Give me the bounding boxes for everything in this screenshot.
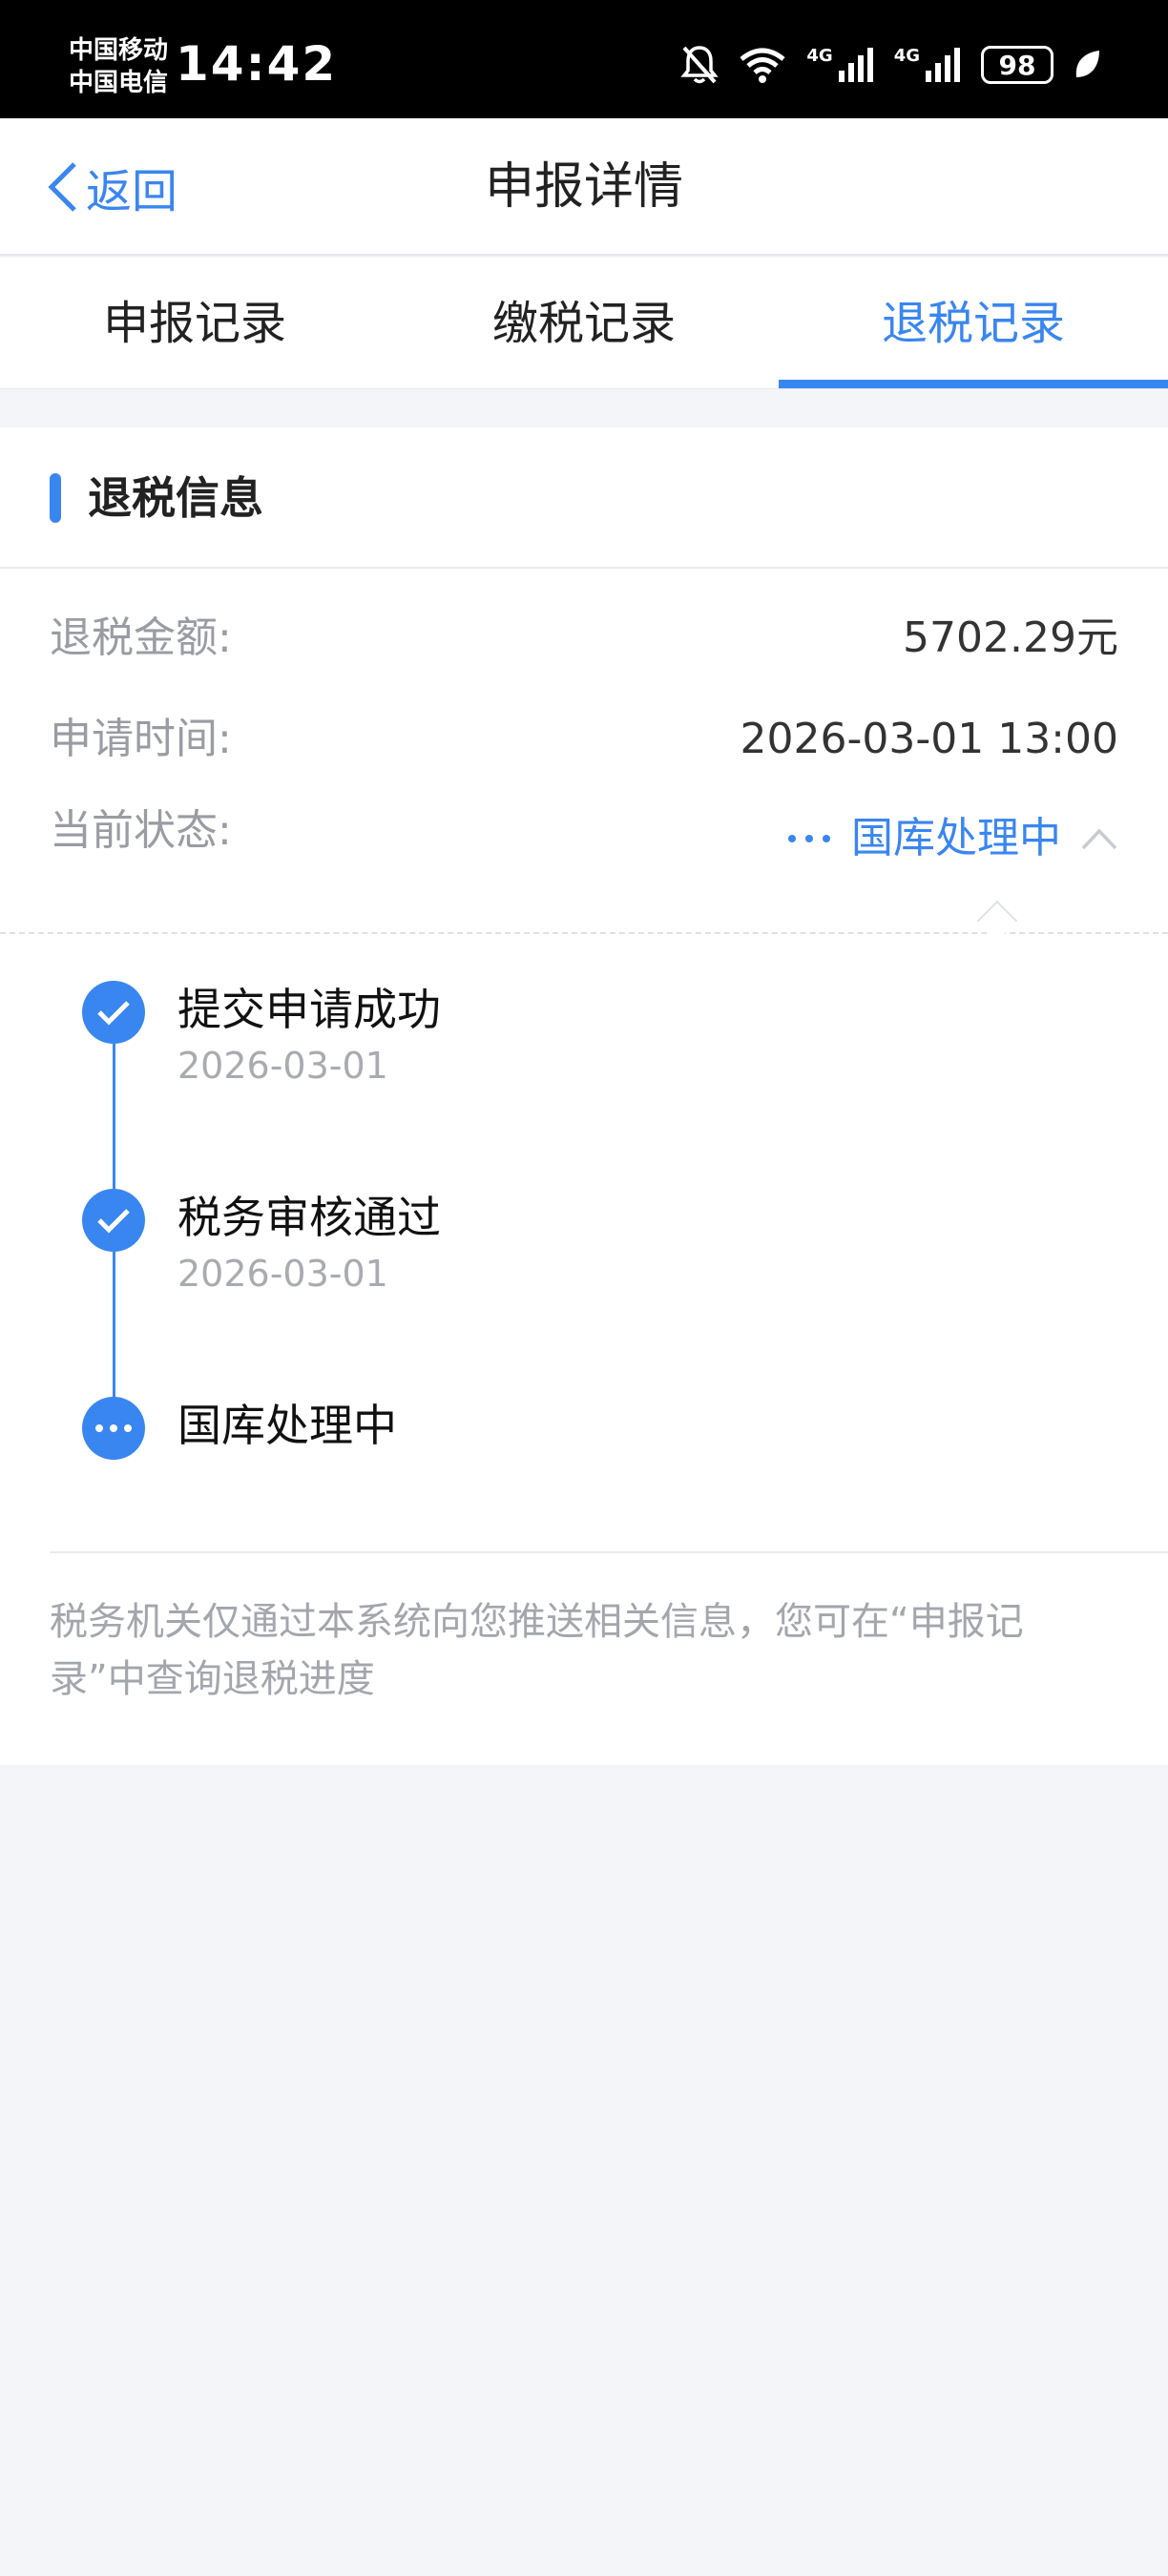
step-date: 2026-03-01 bbox=[177, 1253, 388, 1295]
network-type-1: 4G bbox=[806, 46, 833, 66]
network-type-2: 4G bbox=[893, 46, 920, 66]
refund-amount-value: 5702.29元 bbox=[903, 613, 1118, 662]
status-icons: 4G 4G 98 bbox=[680, 42, 1101, 88]
check-icon bbox=[82, 981, 145, 1044]
carrier-info: 中国移动 中国电信 bbox=[69, 34, 168, 99]
status-toggle[interactable]: 国库处理中 bbox=[788, 805, 1118, 872]
tab-tax-payment-records[interactable]: 缴税记录 bbox=[389, 258, 779, 388]
step-title: 税务审核通过 bbox=[177, 1192, 441, 1243]
signal-icon-2: 4G bbox=[894, 46, 962, 84]
status-bar: 中国移动 中国电信 14:42 4G 4G 98 bbox=[0, 0, 1168, 118]
current-status-label: 当前状态: bbox=[50, 806, 232, 855]
current-status-row: 当前状态: 国库处理中 bbox=[50, 805, 1118, 872]
tab-tax-refund-records[interactable]: 退税记录 bbox=[779, 258, 1168, 388]
refund-amount-label: 退税金额: bbox=[50, 613, 232, 662]
carrier-2: 中国电信 bbox=[69, 69, 169, 97]
tab-declaration-records[interactable]: 申报记录 bbox=[0, 258, 389, 388]
tab-bar: 申报记录 缴税记录 退税记录 bbox=[0, 258, 1168, 389]
leaf-icon bbox=[1075, 51, 1099, 77]
section-header: 退税信息 bbox=[0, 427, 1168, 569]
current-status-value: 国库处理中 bbox=[851, 814, 1061, 862]
check-icon bbox=[82, 1189, 145, 1252]
status-time: 14:42 bbox=[176, 36, 338, 92]
signal-icon: 4G bbox=[806, 46, 874, 84]
processing-dots-icon bbox=[82, 1397, 145, 1460]
refund-amount-row: 退税金额: 5702.29元 bbox=[50, 605, 1118, 672]
battery-level: 98 bbox=[998, 49, 1036, 81]
mute-icon bbox=[680, 46, 720, 84]
step-title: 国库处理中 bbox=[177, 1400, 397, 1451]
apply-time-row: 申请时间: 2026-03-01 13:00 bbox=[50, 706, 1118, 773]
apply-time-label: 申请时间: bbox=[50, 715, 232, 763]
apply-time-value: 2026-03-01 13:00 bbox=[740, 715, 1119, 763]
page-title: 申报详情 bbox=[484, 158, 683, 216]
wifi-icon bbox=[740, 48, 785, 83]
nav-bar: 返回 申报详情 bbox=[0, 118, 1168, 256]
refund-info-card: 退税信息 退税金额: 5702.29元 申请时间: 2026-03-01 13:… bbox=[0, 427, 1168, 1765]
carrier-1: 中国移动 bbox=[69, 36, 169, 65]
notice-divider bbox=[50, 1551, 1168, 1553]
more-dots-icon bbox=[788, 835, 830, 842]
step-title: 提交申请成功 bbox=[177, 984, 441, 1035]
battery-icon: 98 bbox=[981, 46, 1053, 84]
section-accent-bar bbox=[50, 473, 61, 523]
notice-text: 税务机关仅通过本系统向您推送相关信息，您可在“申报记录”中查询退税进度 bbox=[50, 1600, 1024, 1701]
section-title: 退税信息 bbox=[88, 472, 263, 524]
chevron-up-icon bbox=[1081, 828, 1117, 850]
step-date: 2026-03-01 bbox=[177, 1045, 388, 1087]
popover-caret bbox=[976, 900, 1018, 942]
